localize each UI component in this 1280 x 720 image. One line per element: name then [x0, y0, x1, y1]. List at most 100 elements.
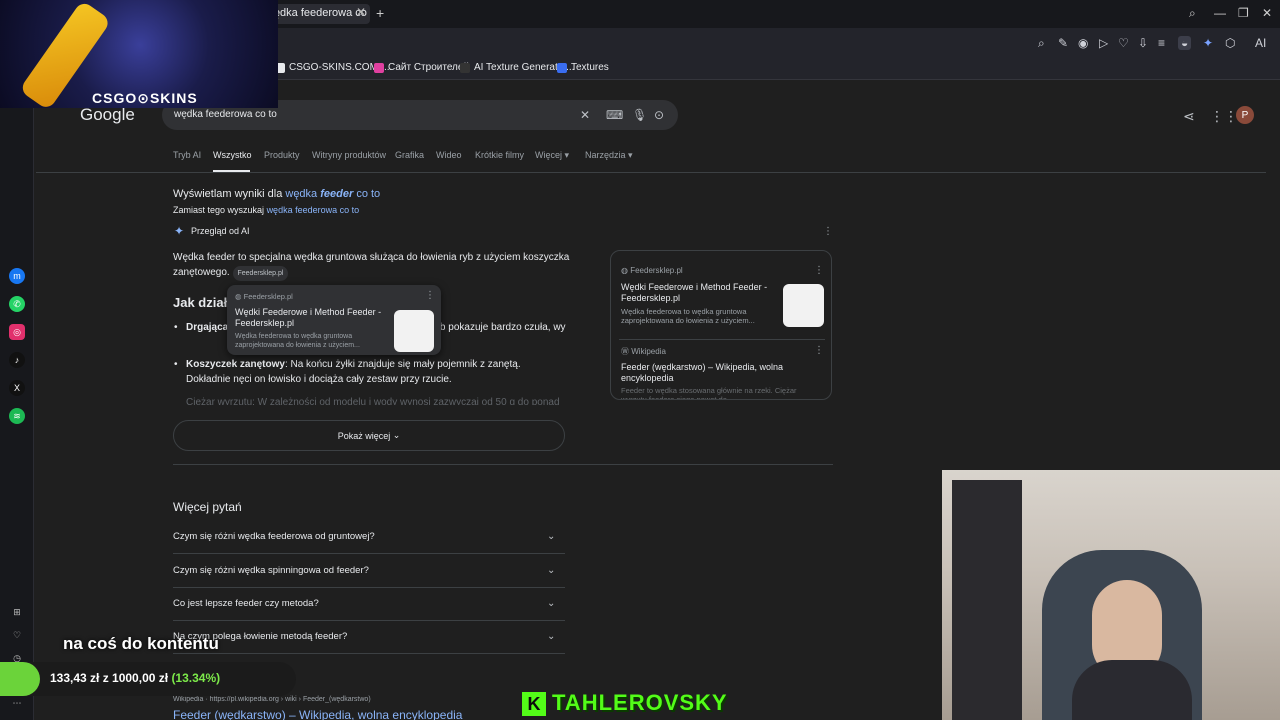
corrected-word-c: co to [356, 188, 381, 200]
more-options-icon[interactable]: ⋮ [814, 345, 824, 356]
share-icon[interactable]: ⋖ [1183, 108, 1195, 125]
bullet-dot: • [174, 359, 178, 370]
instagram-icon[interactable]: ◎ [9, 324, 25, 340]
show-more-button[interactable]: Pokaż więcej ⌄ [173, 420, 565, 451]
tab-ai-mode[interactable]: Tryb AI [173, 150, 201, 160]
sources-panel: ◍ Feedersklep.pl ⋮ Wędki Feederowe i Met… [610, 250, 832, 400]
paa-question[interactable]: Czym się różni wędka spinningowa od feed… [173, 555, 565, 588]
search-instead: Zamiast tego wyszukaj wędka feederowa co… [173, 205, 359, 215]
more-options-icon[interactable]: ⋮ [425, 290, 435, 301]
messenger-icon[interactable]: m [9, 268, 25, 284]
download-icon[interactable]: ⇩ [1138, 36, 1148, 50]
spotify-icon[interactable]: ≋ [9, 408, 25, 424]
original-query-link[interactable]: wędka feederowa co to [267, 205, 360, 215]
hanging-clothes [952, 480, 1022, 720]
bookmark-textures[interactable]: Textures [557, 62, 609, 73]
chevron-down-icon: ⌄ [392, 430, 401, 440]
x-icon[interactable]: X [9, 380, 25, 396]
profile-icon[interactable]: ◒ [1178, 36, 1192, 50]
clear-icon[interactable]: ✕ [580, 108, 590, 122]
search-tabs-icon[interactable]: ⌕ [1189, 6, 1196, 21]
divider [173, 464, 833, 465]
bookmark-icon [557, 62, 567, 73]
new-tab-icon[interactable]: + [376, 5, 384, 21]
tab-product-sites[interactable]: Witryny produktów [312, 150, 386, 160]
popup-title[interactable]: Wędki Feederowe i Method Feeder - Feeder… [235, 307, 385, 329]
bullet-1-title: Drgająca [186, 322, 229, 333]
bullet-2: • Koszyczek zanętowy: Na końcu żyłki zna… [174, 357, 566, 387]
tab-close-icon[interactable]: ✕ [356, 5, 366, 19]
minimize-icon[interactable]: — [1214, 6, 1226, 20]
result-url-text: https://pl.wikipedia.org › wiki › Feeder… [209, 696, 371, 703]
camera-icon[interactable]: ◉ [1078, 36, 1088, 50]
ai-overview-label: Przegląd od AI [191, 226, 250, 236]
more-icon[interactable]: ⋯ [9, 695, 25, 711]
heart-icon[interactable]: ♡ [1118, 36, 1129, 50]
paa-heading: Więcej pytań [173, 500, 242, 514]
corrected-query-link[interactable]: wędka feeder co to [285, 188, 380, 200]
showing-prefix: Wyświetlam wyniki dla [173, 188, 283, 200]
popup-site-label: Feedersklep.pl [243, 292, 293, 301]
close-window-icon[interactable]: ✕ [1262, 6, 1272, 20]
tiktok-icon[interactable]: ♪ [9, 352, 25, 368]
more-options-icon[interactable]: ⋮ [823, 226, 833, 237]
maximize-icon[interactable]: ❐ [1238, 6, 1249, 20]
favorites-icon[interactable]: ♡ [9, 627, 25, 643]
source-site: Ⓦ Wikipedia [621, 347, 666, 356]
search-query[interactable]: wędka feederowa co to [174, 109, 277, 120]
donation-amount: 133,43 zł z 1000,00 zł (13.34%) [50, 671, 220, 685]
paa-question[interactable]: Co jest lepsze feeder czy metoda? [173, 588, 565, 621]
browser-sidebar [0, 80, 34, 720]
source-title[interactable]: Wędki Feederowe i Method Feeder - Feeder… [621, 282, 773, 304]
tab-all[interactable]: Wszystko [213, 150, 252, 160]
paa-question[interactable]: Czym się różni wędka feederowa od grunto… [173, 521, 565, 554]
chevron-down-icon[interactable]: ⌄ [547, 598, 555, 609]
bookmark-builders[interactable]: Сайт Строителей [374, 62, 469, 73]
chevron-down-icon[interactable]: ⌄ [547, 631, 555, 642]
google-logo[interactable]: Google [80, 105, 135, 125]
search-icon[interactable]: ⌕ [1038, 36, 1045, 51]
ai-button[interactable]: AI [1255, 36, 1266, 50]
play-icon[interactable]: ▷ [1099, 36, 1108, 50]
mic-icon[interactable]: 🎙︎ [632, 108, 647, 122]
tab-tools[interactable]: Narzędzia ▾ [585, 150, 633, 161]
paa-question[interactable]: Na czym polega łowienie metodą feeder? [173, 621, 565, 654]
apps-grid-icon[interactable]: ⋮⋮ [1210, 108, 1238, 125]
show-more-label: Pokaż więcej [337, 430, 391, 441]
citation-chip[interactable]: Feedersklep.pl [232, 266, 289, 281]
tab-images[interactable]: Grafika [395, 150, 424, 160]
source-snippet: Feeder to wędka stosowana głównie na rze… [621, 386, 797, 400]
tab-videos[interactable]: Wideo [436, 150, 462, 160]
bookmark-label: Textures [571, 62, 609, 73]
donation-percent: (13.34%) [171, 671, 221, 685]
ai-sparkle-icon: ✦ [174, 224, 185, 238]
whatsapp-icon[interactable]: ✆ [9, 296, 25, 312]
bullet-3-faded: Ciężar wyrzutu: W zależności od modelu i… [186, 397, 560, 405]
keyboard-icon[interactable]: ⌨ [606, 108, 623, 122]
source-title[interactable]: Feeder (wędkarstwo) – Wikipedia, wolna e… [621, 362, 796, 384]
apps-icon[interactable]: ⊞ [9, 604, 25, 620]
csgo-skins-logo: CSGO⊙SKINS [92, 90, 198, 106]
more-options-icon[interactable]: ⋮ [814, 265, 824, 276]
tab-short-videos[interactable]: Krótkie filmy [475, 150, 524, 160]
lens-icon[interactable]: ⊙ [654, 108, 664, 122]
kick-channel-name: TAHLEROVSKY [552, 690, 728, 715]
corrected-word-a: wędka [285, 188, 318, 200]
divider [36, 172, 1266, 173]
menu-icon[interactable]: ≡ [1158, 36, 1165, 50]
avatar[interactable]: P [1236, 106, 1254, 124]
corrected-word-b: feeder [320, 188, 354, 200]
webcam-feed [942, 470, 1280, 720]
result-title[interactable]: Feeder (wędkarstwo) – Wikipedia, wolna e… [173, 708, 462, 720]
citation-popup[interactable]: ◍ Feedersklep.pl ⋮ Wędki Feederowe i Met… [227, 285, 441, 355]
popup-snippet: Wędka feederowa to wędka gruntowa zaproj… [235, 333, 360, 349]
edit-icon[interactable]: ✎ [1058, 36, 1068, 50]
extension-icon[interactable]: ✦ [1203, 36, 1213, 50]
ai-answer: Wędka feeder to specjalna wędka gruntowa… [173, 250, 573, 281]
tab-products[interactable]: Produkty [264, 150, 300, 160]
chevron-down-icon[interactable]: ⌄ [547, 565, 555, 576]
chevron-down-icon[interactable]: ⌄ [547, 531, 555, 542]
tab-more[interactable]: Więcej ▾ [535, 150, 569, 161]
tab-title: wędka feederowa co to - [266, 7, 370, 19]
cube-icon[interactable]: ⬡ [1225, 36, 1235, 50]
